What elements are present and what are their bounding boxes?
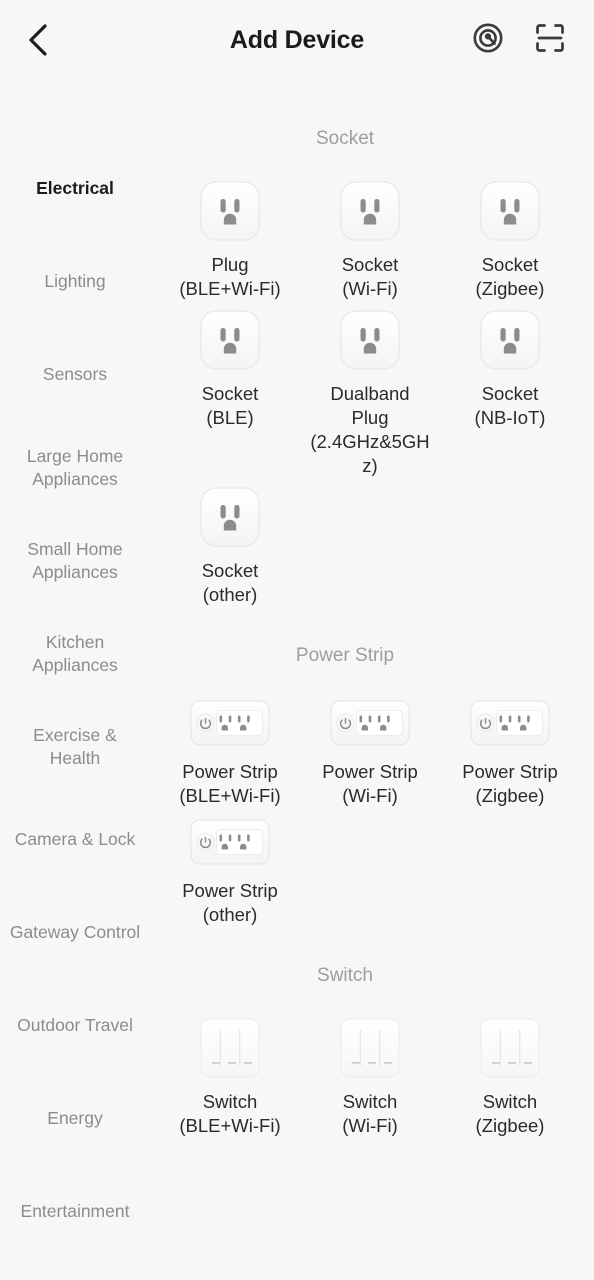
chevron-left-icon	[25, 23, 51, 57]
qr-scan-icon	[534, 22, 566, 59]
sidebar-item-label: Gateway Control	[9, 922, 141, 942]
socket-icon	[340, 181, 400, 241]
power-strip-icon	[470, 700, 550, 746]
device-tile[interactable]: Socket (Zigbee)	[440, 176, 580, 301]
device-tile[interactable]: Dualband Plug (2.4GHz&5GHz)	[300, 305, 440, 478]
radar-scan-icon	[472, 22, 504, 59]
app-header: Add Device	[0, 0, 594, 80]
device-label: Socket (Zigbee)	[475, 254, 545, 299]
sidebar-item-entertainment[interactable]: Entertainment	[0, 1165, 150, 1258]
device-label: Power Strip (Wi-Fi)	[322, 761, 418, 806]
sidebar-item-outdoor-travel[interactable]: Outdoor Travel	[0, 979, 150, 1072]
switch-icon	[200, 1018, 260, 1078]
device-tile[interactable]: Socket (Wi-Fi)	[300, 176, 440, 301]
sidebar-item-energy[interactable]: Energy	[0, 1072, 150, 1165]
power-strip-icon	[190, 819, 270, 865]
sidebar-item-kitchen-appliances[interactable]: Kitchen Appliances	[0, 607, 150, 700]
device-tile[interactable]: Switch (Wi-Fi)	[300, 1013, 440, 1138]
device-grid-power-strip: Power Strip (BLE+Wi-Fi) Power Strip (Wi-…	[150, 693, 594, 927]
device-label: Plug (BLE+Wi-Fi)	[179, 254, 281, 299]
sidebar-item-label: Camera & Lock	[14, 829, 136, 849]
content-area: Electrical Lighting Sensors Large Home Appl…	[0, 80, 594, 1280]
qr-scan-button[interactable]	[530, 20, 570, 60]
sidebar-item-sensors[interactable]: Sensors	[0, 328, 150, 421]
device-tile[interactable]: Socket (BLE)	[160, 305, 300, 478]
device-tile[interactable]: Socket (other)	[160, 482, 300, 607]
device-label: Socket (Wi-Fi)	[341, 254, 399, 299]
device-tile[interactable]: Power Strip (Wi-Fi)	[300, 693, 440, 808]
header-actions	[468, 20, 570, 60]
socket-icon	[200, 487, 260, 547]
device-tile[interactable]: Switch (Zigbee)	[440, 1013, 580, 1138]
sidebar-item-label: Large Home Appliances	[26, 445, 124, 489]
device-tile[interactable]: Power Strip (BLE+Wi-Fi)	[160, 693, 300, 808]
sidebar-item-electrical[interactable]: Electrical	[0, 142, 150, 235]
device-label: Socket (NB-IoT)	[474, 383, 546, 428]
socket-icon	[480, 310, 540, 370]
device-label: Switch (Zigbee)	[475, 1091, 545, 1136]
device-label: Power Strip (BLE+Wi-Fi)	[179, 761, 281, 806]
sidebar-item-label: Energy	[47, 1108, 103, 1128]
power-strip-icon	[330, 700, 410, 746]
back-button[interactable]	[8, 10, 68, 70]
device-tile[interactable]: Socket (NB-IoT)	[440, 305, 580, 478]
switch-icon	[340, 1018, 400, 1078]
device-label: Socket (other)	[201, 560, 259, 605]
sidebar-item-label: Electrical	[36, 178, 114, 198]
device-label: Switch (Wi-Fi)	[342, 1091, 398, 1136]
device-tile[interactable]: Power Strip (Zigbee)	[440, 693, 580, 808]
device-list-panel[interactable]: Socket Plug (BLE+Wi-Fi) Socket (Wi-Fi) S…	[150, 80, 594, 1280]
sidebar-item-label: Sensors	[42, 364, 108, 384]
device-tile[interactable]: Switch (BLE+Wi-Fi)	[160, 1013, 300, 1138]
power-strip-icon	[190, 700, 270, 746]
sidebar-item-label: Entertainment	[20, 1201, 130, 1221]
socket-icon	[200, 181, 260, 241]
section-title-switch: Switch	[317, 965, 373, 986]
device-label: Socket (BLE)	[201, 383, 259, 428]
sidebar-item-gateway-control[interactable]: Gateway Control	[0, 886, 150, 979]
device-label: Power Strip (other)	[182, 880, 278, 925]
sidebar-item-small-home-appliances[interactable]: Small Home Appliances	[0, 514, 150, 607]
device-tile[interactable]: Plug (BLE+Wi-Fi)	[160, 176, 300, 301]
socket-icon	[340, 310, 400, 370]
device-label: Dualband Plug (2.4GHz&5GHz)	[310, 383, 430, 476]
sidebar-item-label: Small Home Appliances	[27, 538, 123, 582]
switch-icon	[480, 1018, 540, 1078]
sidebar-item-lighting[interactable]: Lighting	[0, 235, 150, 328]
sidebar-item-label: Kitchen Appliances	[32, 631, 118, 675]
device-grid-socket: Plug (BLE+Wi-Fi) Socket (Wi-Fi) Socket (…	[150, 176, 594, 607]
sidebar-item-label: Outdoor Travel	[17, 1015, 133, 1035]
device-tile[interactable]: Power Strip (other)	[160, 812, 300, 927]
device-label: Power Strip (Zigbee)	[462, 761, 558, 806]
socket-icon	[200, 310, 260, 370]
section-title-socket: Socket	[315, 128, 375, 149]
radar-scan-button[interactable]	[468, 20, 508, 60]
sidebar-item-camera-lock[interactable]: Camera & Lock	[0, 793, 150, 886]
sidebar-item-large-home-appliances[interactable]: Large Home Appliances	[0, 421, 150, 514]
socket-icon	[480, 181, 540, 241]
device-label: Switch (BLE+Wi-Fi)	[179, 1091, 281, 1136]
sidebar-item-label: Lighting	[44, 271, 106, 291]
section-title-power-strip: Power Strip	[295, 645, 395, 666]
sidebar-item-exercise-health[interactable]: Exercise & Health	[0, 700, 150, 793]
sidebar-item-label: Exercise & Health	[33, 724, 117, 768]
sidebar-item-industry[interactable]: Industry &	[0, 1258, 150, 1280]
device-grid-switch: Switch (BLE+Wi-Fi) Switch (Wi-Fi) Switch…	[150, 1013, 594, 1138]
category-sidebar[interactable]: Electrical Lighting Sensors Large Home Appl…	[0, 80, 150, 1280]
